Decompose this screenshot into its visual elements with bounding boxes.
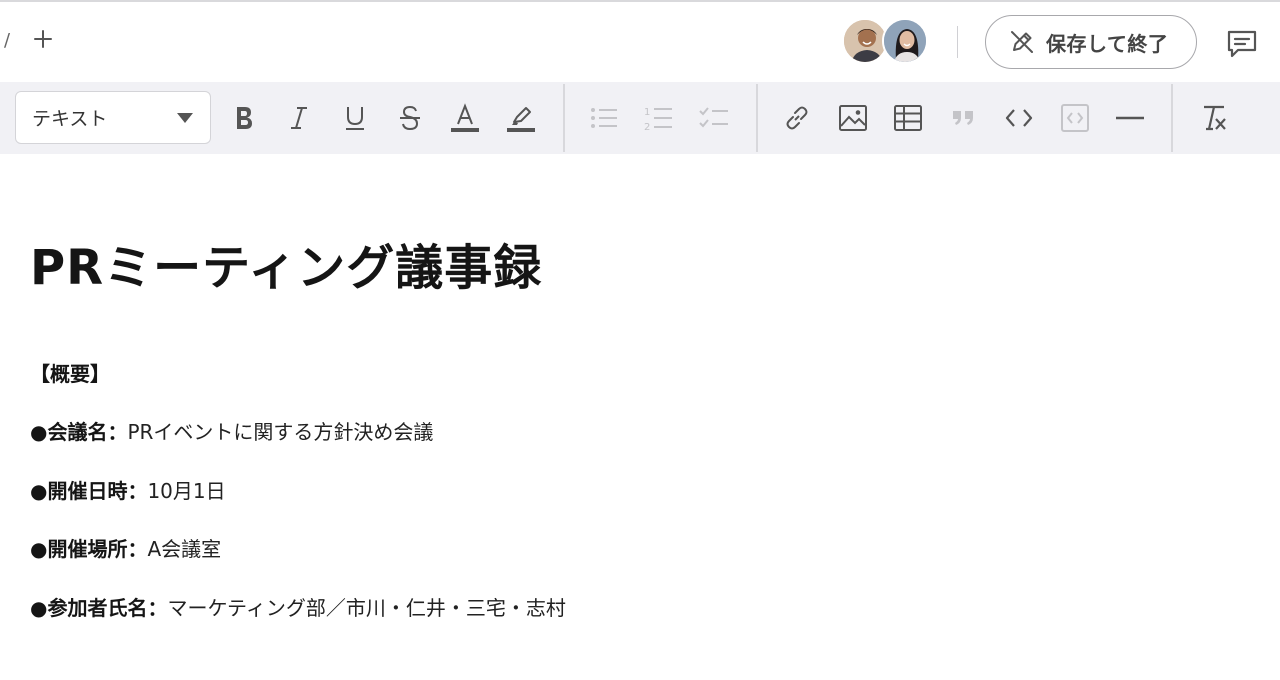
list-item[interactable]: ●参加者氏名：マーケティング部／市川・仁井・三宅・志村 bbox=[30, 592, 566, 621]
list-item[interactable]: ●会議名：PRイベントに関する方針決め会議 bbox=[30, 416, 433, 445]
avatar[interactable] bbox=[882, 18, 928, 64]
field-label: ●会議名： bbox=[30, 420, 128, 444]
quote-button[interactable] bbox=[942, 96, 986, 140]
image-button[interactable] bbox=[831, 96, 875, 140]
italic-button[interactable] bbox=[277, 96, 321, 140]
inline-code-button[interactable] bbox=[997, 96, 1041, 140]
text-color-button[interactable] bbox=[443, 96, 487, 140]
caret-down-icon bbox=[177, 112, 193, 123]
field-label: ●開催場所： bbox=[30, 537, 148, 561]
horizontal-rule-icon bbox=[1116, 116, 1144, 120]
field-label: ●参加者氏名： bbox=[30, 596, 168, 620]
table-button[interactable] bbox=[886, 96, 930, 140]
link-button[interactable] bbox=[775, 96, 819, 140]
save-button-label: 保存して終了 bbox=[1046, 31, 1169, 56]
table-icon bbox=[894, 105, 922, 131]
comment-icon bbox=[1227, 30, 1257, 58]
bullet-list-icon bbox=[591, 108, 617, 128]
underline-icon bbox=[346, 107, 364, 130]
code-icon bbox=[1005, 109, 1033, 127]
image-icon bbox=[839, 105, 867, 131]
highlighter-icon bbox=[507, 107, 535, 132]
user-avatar-icon bbox=[884, 20, 926, 62]
text-color-icon bbox=[451, 103, 479, 132]
bold-button[interactable] bbox=[222, 96, 266, 140]
code-block-button[interactable] bbox=[1053, 96, 1097, 140]
clear-format-icon bbox=[1204, 105, 1226, 131]
numbered-list-icon: 1 2 bbox=[644, 107, 672, 132]
svg-text:1: 1 bbox=[644, 107, 650, 118]
pencil-off-icon bbox=[1011, 31, 1033, 53]
toolbar-divider bbox=[756, 84, 758, 152]
plus-icon bbox=[34, 30, 52, 48]
text-style-value: テキスト bbox=[32, 108, 108, 130]
collaborator-avatars bbox=[842, 18, 932, 66]
field-value: 10月1日 bbox=[147, 479, 226, 503]
header-divider bbox=[957, 26, 958, 58]
checklist-button[interactable] bbox=[692, 96, 736, 140]
clear-format-button[interactable] bbox=[1192, 96, 1236, 140]
toolbar-divider bbox=[1171, 84, 1173, 152]
add-page-button[interactable] bbox=[30, 26, 56, 52]
comment-button[interactable] bbox=[1222, 26, 1262, 62]
section-heading[interactable]: 【概要】 bbox=[30, 358, 110, 387]
svg-text:2: 2 bbox=[644, 122, 650, 132]
bullet-list-button[interactable] bbox=[582, 96, 626, 140]
save-and-exit-button[interactable]: 保存して終了 bbox=[985, 15, 1197, 69]
bold-icon bbox=[237, 107, 252, 129]
list-item[interactable]: ●開催場所：A会議室 bbox=[30, 533, 221, 562]
breadcrumb-separator: / bbox=[4, 30, 11, 51]
document-title[interactable]: PRミーティング議事録 bbox=[30, 228, 542, 298]
horizontal-rule-button[interactable] bbox=[1108, 96, 1152, 140]
link-icon bbox=[786, 106, 808, 130]
field-value: A会議室 bbox=[147, 537, 222, 561]
highlight-button[interactable] bbox=[499, 96, 543, 140]
italic-icon bbox=[291, 107, 307, 129]
toolbar-divider bbox=[563, 84, 565, 152]
editor-header: / 保存して終了 bbox=[0, 2, 1280, 82]
text-style-dropdown[interactable]: テキスト bbox=[15, 91, 211, 144]
list-item[interactable]: ●開催日時：10月1日 bbox=[30, 475, 226, 504]
underline-button[interactable] bbox=[333, 96, 377, 140]
checklist-icon bbox=[699, 107, 728, 128]
strikethrough-button[interactable] bbox=[388, 96, 432, 140]
field-label: ●開催日時： bbox=[30, 479, 148, 503]
strikethrough-icon bbox=[400, 105, 420, 131]
formatting-toolbar: テキスト 1 2 bbox=[0, 82, 1280, 154]
field-value: PRイベントに関する方針決め会議 bbox=[127, 420, 434, 444]
quote-icon bbox=[953, 111, 973, 125]
code-block-icon bbox=[1061, 104, 1089, 132]
numbered-list-button[interactable]: 1 2 bbox=[637, 96, 681, 140]
field-value: マーケティング部／市川・仁井・三宅・志村 bbox=[167, 596, 566, 620]
